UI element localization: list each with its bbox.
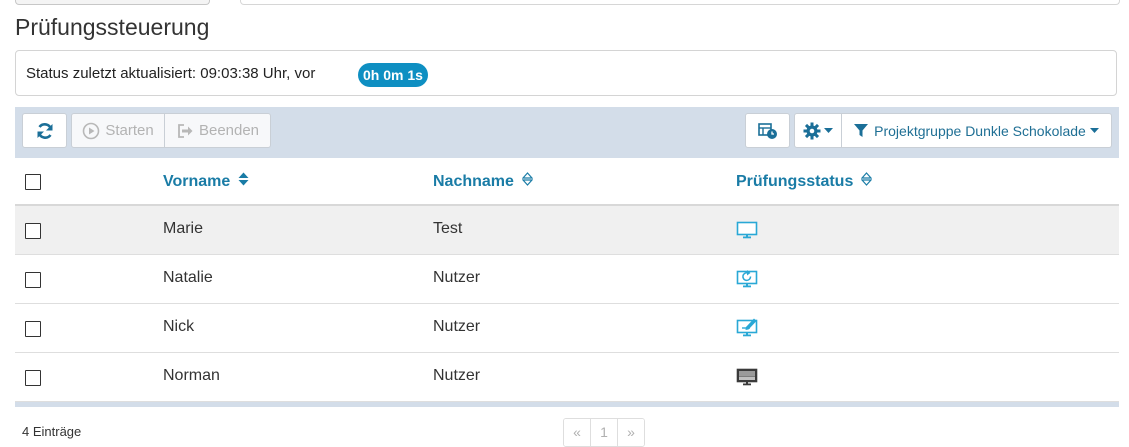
status-text: Status zuletzt aktualisiert: 09:03:38 Uh… [26, 65, 316, 82]
page-title: Prüfungssteuerung [15, 14, 210, 40]
top-panel-fragment [240, 0, 1120, 5]
cell-nachname: Nutzer [433, 367, 481, 384]
table-row[interactable]: Marie Test [15, 206, 1119, 255]
sort-icon [860, 172, 873, 191]
table-row[interactable]: Natalie Nutzer [15, 255, 1119, 304]
status-panel: Status zuletzt aktualisiert: 09:03:38 Uh… [15, 50, 1117, 96]
row-checkbox[interactable] [25, 272, 41, 288]
pagination: « 1 » [563, 418, 645, 447]
column-header-vorname[interactable]: Vorname [163, 172, 249, 191]
gear-icon [803, 122, 821, 140]
column-header-nachname[interactable]: Nachname [433, 172, 534, 191]
table-footer-bar [15, 402, 1119, 407]
column-label: Vorname [163, 172, 231, 190]
column-header-pruefungsstatus[interactable]: Prüfungsstatus [736, 172, 873, 191]
sort-icon [238, 172, 249, 191]
pagination-prev[interactable]: « [564, 419, 591, 446]
caret-down-icon [824, 127, 833, 134]
pagination-page[interactable]: 1 [591, 419, 618, 446]
refresh-button[interactable] [22, 113, 67, 148]
caret-down-icon [1089, 127, 1099, 134]
cell-nachname: Nutzer [433, 269, 481, 286]
cell-vorname: Natalie [163, 269, 213, 286]
stop-button[interactable]: Beenden [165, 113, 271, 148]
row-checkbox[interactable] [25, 223, 41, 239]
column-label: Prüfungsstatus [736, 172, 854, 190]
table-row[interactable]: Nick Nutzer [15, 304, 1119, 353]
group-filter-dropdown[interactable]: Projektgruppe Dunkle Schokolade [842, 113, 1112, 148]
table-header: Vorname Nachname Prüfungsstatus [15, 158, 1119, 206]
toolbar: Starten Beenden Projektgruppe Dunkle Sch… [15, 107, 1119, 158]
play-icon [82, 122, 100, 140]
sort-icon [521, 172, 534, 191]
table-row[interactable]: Norman Nutzer [15, 353, 1119, 402]
monitor-edit-icon [736, 317, 758, 342]
row-checkbox[interactable] [25, 321, 41, 337]
cell-vorname: Norman [163, 367, 220, 384]
top-button-fragment[interactable] [15, 0, 210, 5]
columns-button[interactable] [745, 113, 790, 148]
monitor-refresh-icon [736, 268, 758, 293]
cell-vorname: Nick [163, 318, 195, 335]
entries-count: 4 Einträge [22, 424, 82, 439]
settings-dropdown-button[interactable] [794, 113, 842, 148]
monitor-icon [736, 221, 758, 244]
cell-nachname: Nutzer [433, 318, 481, 335]
cell-vorname: Marie [163, 220, 204, 237]
start-button[interactable]: Starten [71, 113, 165, 148]
column-label: Nachname [433, 172, 514, 190]
filter-icon [854, 123, 869, 138]
sign-out-icon [176, 122, 194, 140]
filter-label: Projektgruppe Dunkle Schokolade [874, 122, 1086, 139]
cell-nachname: Test [433, 220, 463, 237]
refresh-icon [35, 121, 55, 141]
monitor-off-icon [736, 368, 758, 391]
start-label: Starten [105, 122, 154, 139]
pagination-next[interactable]: » [618, 419, 644, 446]
row-checkbox[interactable] [25, 370, 41, 386]
elapsed-badge: 0h 0m 1s [358, 63, 428, 87]
stop-label: Beenden [198, 122, 260, 139]
table-clock-icon [757, 122, 778, 140]
select-all-checkbox[interactable] [25, 174, 41, 190]
